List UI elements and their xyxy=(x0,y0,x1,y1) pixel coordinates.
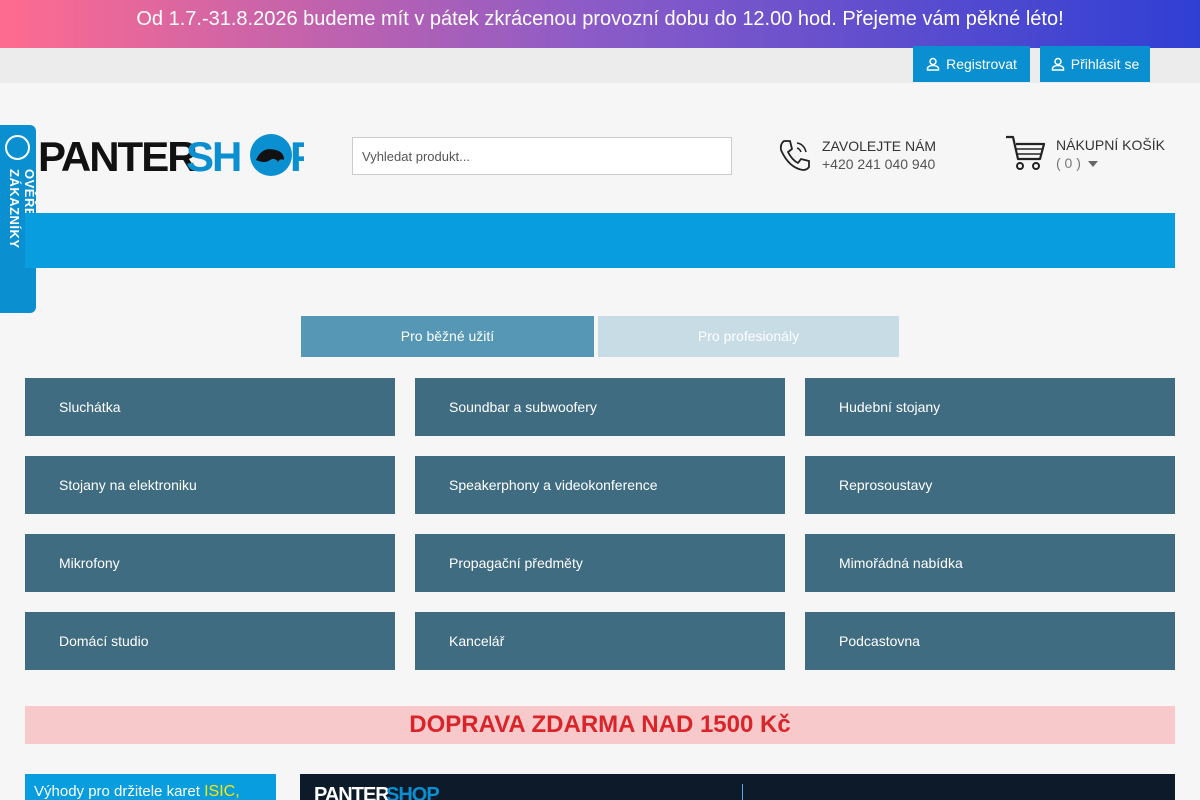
user-icon xyxy=(1051,57,1065,71)
login-label: Přihlásit se xyxy=(1070,56,1140,72)
cart-icon[interactable] xyxy=(1004,134,1046,172)
banner-logo: PANTER SHOP xyxy=(314,784,440,800)
svg-text:SH: SH xyxy=(186,133,240,178)
category-tile[interactable]: Mikrofony xyxy=(25,534,395,592)
category-tile[interactable]: Speakerphony a videokonference xyxy=(415,456,785,514)
tab-professionals[interactable]: Pro profesionály xyxy=(598,316,899,357)
category-tile[interactable]: Mimořádná nabídka xyxy=(805,534,1175,592)
register-label: Registrovat xyxy=(946,56,1017,72)
category-tile[interactable]: Podcastovna xyxy=(805,612,1175,670)
user-icon xyxy=(926,57,940,71)
banner-divider xyxy=(742,784,743,800)
call-us-title: ZAVOLEJTE NÁM xyxy=(822,138,937,154)
tab-everyday-use[interactable]: Pro běžné užití xyxy=(301,316,594,357)
search-input[interactable] xyxy=(352,137,732,175)
announcement-banner: Od 1.7.-31.8.2026 budeme mít v pátek zkr… xyxy=(0,0,1200,48)
hero-banner[interactable]: PANTER SHOP xyxy=(300,774,1175,800)
category-tile[interactable]: Domácí studio xyxy=(25,612,395,670)
svg-text:SHOP: SHOP xyxy=(386,784,439,800)
category-tile[interactable]: Hudební stojany xyxy=(805,378,1175,436)
cart-count: ( 0 ) xyxy=(1056,155,1081,171)
category-tile[interactable]: Soundbar a subwoofery xyxy=(415,378,785,436)
isic-text: Výhody pro držitele karet xyxy=(34,783,205,800)
main-nav-bar xyxy=(25,213,1175,268)
svg-text:PANTER: PANTER xyxy=(38,133,197,178)
svg-text:P: P xyxy=(290,133,304,178)
phone-icon xyxy=(779,140,810,171)
cart-title[interactable]: NÁKUPNÍ KOŠÍK xyxy=(1056,137,1165,153)
category-tile[interactable]: Propagační předměty xyxy=(415,534,785,592)
category-tile[interactable]: Kancelář xyxy=(415,612,785,670)
pantershop-logo[interactable]: PANTER SH P xyxy=(36,132,304,178)
category-tile[interactable]: Stojany na elektroniku xyxy=(25,456,395,514)
category-tile[interactable]: Reprosoustavy xyxy=(805,456,1175,514)
category-tile[interactable]: Sluchátka xyxy=(25,378,395,436)
chevron-down-icon[interactable] xyxy=(1088,161,1098,167)
seal-icon xyxy=(5,135,30,160)
phone-number[interactable]: +420 241 040 940 xyxy=(822,156,935,172)
isic-benefits-box[interactable]: Výhody pro držitele karet ISIC, xyxy=(25,774,276,800)
isic-highlight: ISIC, xyxy=(204,783,240,800)
svg-text:PANTER: PANTER xyxy=(314,784,390,800)
free-shipping-banner: DOPRAVA ZDARMA NAD 1500 Kč xyxy=(25,706,1175,744)
register-button[interactable]: Registrovat xyxy=(913,46,1030,82)
login-button[interactable]: Přihlásit se xyxy=(1040,46,1150,82)
